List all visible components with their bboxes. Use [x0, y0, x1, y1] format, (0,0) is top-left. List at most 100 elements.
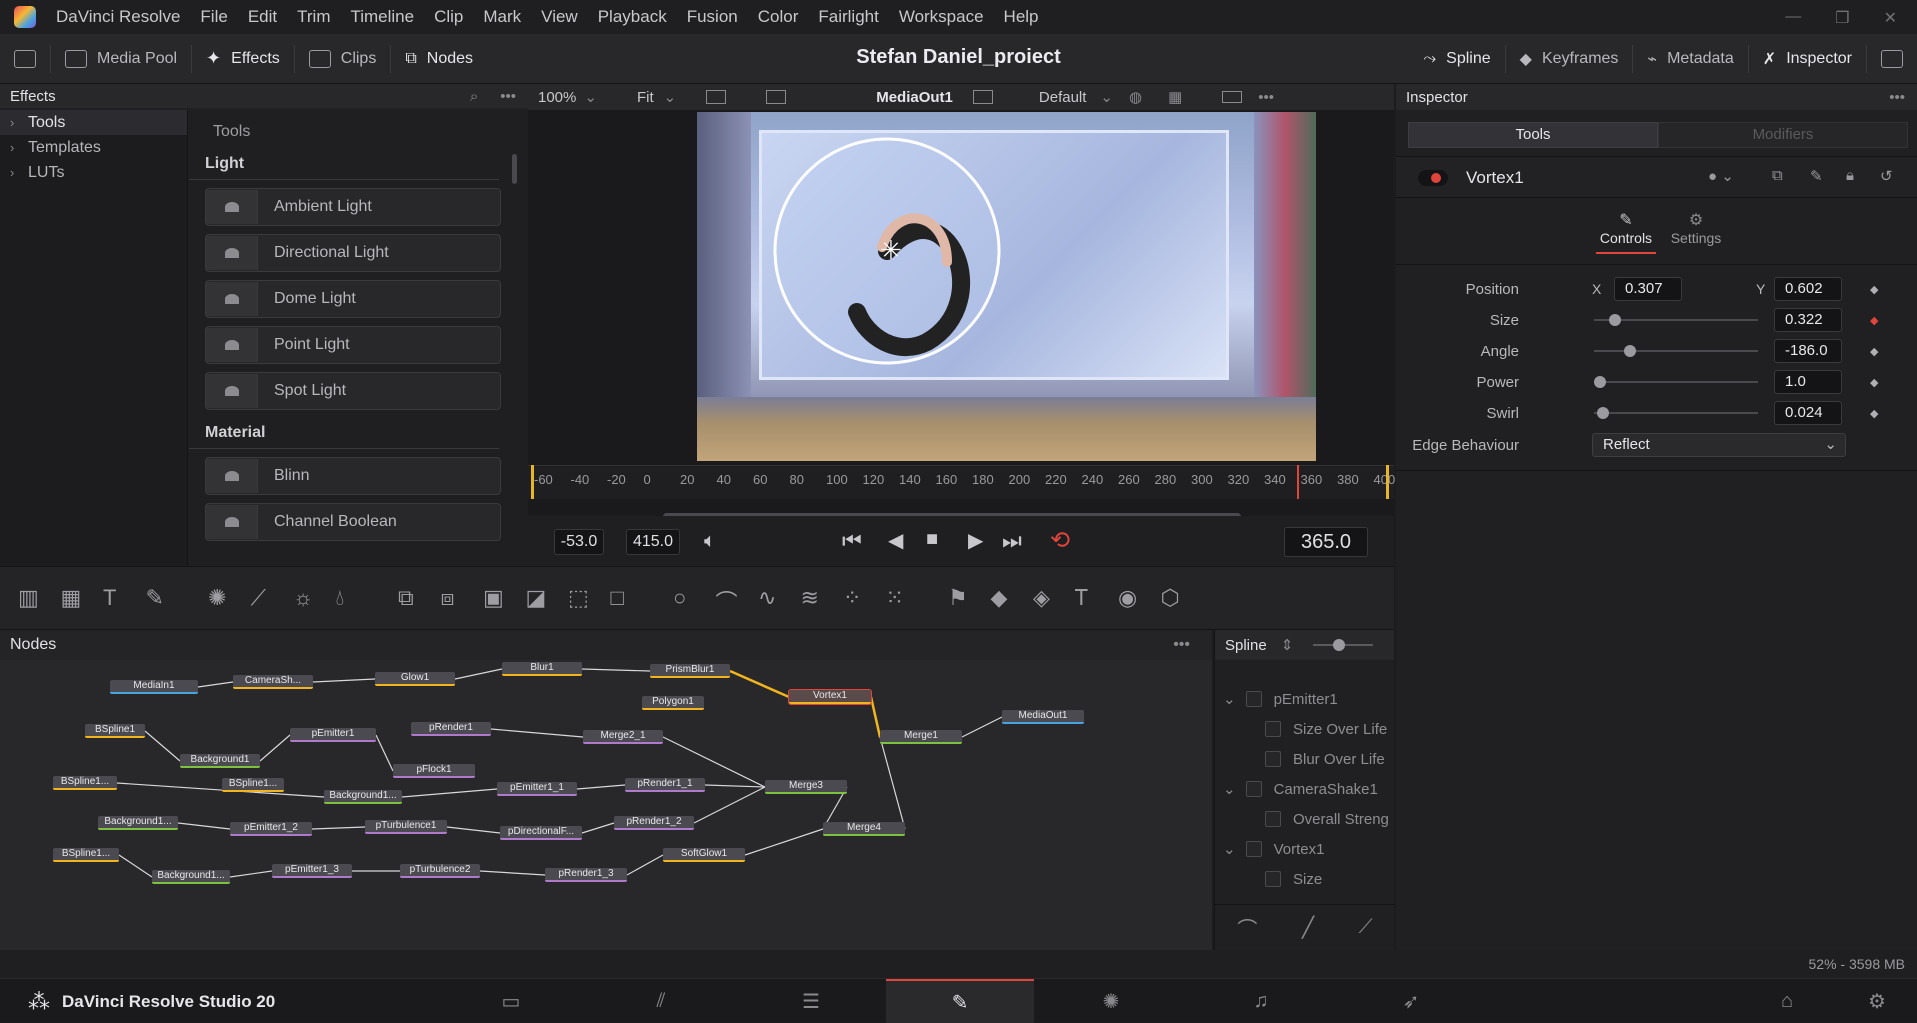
param-slider[interactable]: [1594, 314, 1758, 326]
media-pool-button[interactable]: Media Pool: [51, 34, 191, 84]
menu-timeline[interactable]: Timeline: [340, 7, 424, 27]
node-pflock1[interactable]: pFlock1: [393, 764, 475, 778]
node-prender1[interactable]: pRender1: [411, 722, 491, 736]
effects-scrollbar[interactable]: [512, 154, 517, 184]
more-options-icon[interactable]: •••: [1173, 636, 1190, 654]
spline-checkbox[interactable]: [1265, 721, 1281, 737]
stop-icon[interactable]: ■: [926, 528, 938, 551]
color-dot-icon[interactable]: ● ⌄: [1708, 167, 1734, 185]
spline-item[interactable]: ⌄ CameraShake1: [1223, 774, 1378, 804]
slider-knob[interactable]: [1624, 345, 1636, 357]
spline-item[interactable]: ⌄ pEmitter1: [1223, 684, 1338, 714]
menu-edit[interactable]: Edit: [238, 7, 287, 27]
menu-clip[interactable]: Clip: [424, 7, 473, 27]
node-blur1[interactable]: Blur1: [502, 662, 582, 676]
go-to-end-icon[interactable]: ⏭: [1002, 528, 1022, 554]
page-color-icon[interactable]: ✺: [1051, 979, 1171, 1023]
spline-checkbox[interactable]: [1265, 871, 1281, 887]
node-pemitter1-3[interactable]: pEmitter1_3: [272, 864, 352, 878]
menu-app[interactable]: DaVinci Resolve: [46, 7, 190, 27]
node-bspline1-[interactable]: BSpline1...: [53, 776, 117, 790]
pin-icon[interactable]: ✎: [1810, 167, 1823, 185]
node-background1-[interactable]: Background1...: [98, 816, 178, 830]
metadata-button[interactable]: ⌁ Metadata: [1633, 34, 1747, 84]
page-fairlight-icon[interactable]: ♫: [1201, 979, 1321, 1023]
fullscreen-button[interactable]: [1867, 34, 1917, 84]
go-to-start-icon[interactable]: ⏮: [842, 528, 862, 554]
node-vortex1[interactable]: Vortex1: [788, 689, 872, 705]
mask-icon[interactable]: ▥: [18, 585, 39, 611]
tab-modifiers[interactable]: Modifiers: [1658, 122, 1908, 148]
effect-point-light[interactable]: Point Light: [205, 326, 501, 364]
edge-behaviour-dropdown[interactable]: Reflect ⌄: [1592, 433, 1846, 457]
node-prender1-2[interactable]: pRender1_2: [614, 816, 694, 830]
node-mediain1[interactable]: MediaIn1: [110, 680, 198, 694]
layer-icon[interactable]: ▣: [483, 585, 504, 611]
node-camerash-[interactable]: CameraSh...: [233, 675, 313, 689]
effect-directional-light[interactable]: Directional Light: [205, 234, 501, 272]
subtab-controls[interactable]: ✎ Controls: [1596, 210, 1656, 254]
zoom-dropdown[interactable]: 100%: [538, 89, 576, 106]
node-pturbulence2[interactable]: pTurbulence2: [400, 864, 480, 878]
param-slider[interactable]: [1594, 345, 1758, 357]
tree-item-tools[interactable]: › Tools: [0, 110, 187, 135]
bspline-icon[interactable]: ∿: [758, 585, 776, 611]
channel-icon[interactable]: [706, 90, 727, 104]
tree-item-luts[interactable]: › LUTs: [0, 160, 187, 185]
spline-item[interactable]: Size: [1265, 864, 1322, 894]
linear-curve-icon[interactable]: ╱: [1302, 915, 1314, 940]
pemitter-icon[interactable]: ⁘: [843, 585, 861, 611]
reset-icon[interactable]: ↺: [1880, 167, 1893, 185]
effect-dome-light[interactable]: Dome Light: [205, 280, 501, 318]
menu-workspace[interactable]: Workspace: [889, 7, 994, 27]
clips-button[interactable]: Clips: [295, 34, 391, 84]
node-merge2-1[interactable]: Merge2_1: [583, 730, 663, 744]
node-background1[interactable]: Background1: [180, 754, 260, 768]
fit-dropdown[interactable]: Fit: [637, 89, 654, 106]
node-background1-[interactable]: Background1...: [324, 790, 402, 804]
particles-icon[interactable]: ✺: [208, 585, 226, 611]
time-ruler[interactable]: -60 -40 -20 0 20 40 60 80 100 120 140 160 180 200 220 2…: [528, 465, 1395, 499]
prender-icon[interactable]: ⁙: [886, 585, 904, 611]
node-softglow1[interactable]: SoftGlow1: [663, 848, 745, 862]
menu-help[interactable]: Help: [994, 7, 1049, 27]
tab-tools[interactable]: Tools: [1408, 122, 1658, 148]
close-icon[interactable]: ✕: [1884, 8, 1897, 28]
slider-knob[interactable]: [1597, 407, 1609, 419]
in-point-field[interactable]: -53.0: [554, 529, 604, 555]
node-prender1-1[interactable]: pRender1_1: [625, 778, 705, 792]
page-edit-icon[interactable]: ☰: [751, 979, 871, 1023]
camera3d-icon[interactable]: ◉: [1118, 585, 1137, 611]
page-fusion-icon[interactable]: ✎: [886, 979, 1034, 1023]
sort-icon[interactable]: ⇕: [1281, 636, 1294, 654]
minimize-icon[interactable]: —: [1785, 8, 1801, 28]
spline-item[interactable]: Blur Over Life: [1265, 744, 1385, 774]
merge-icon[interactable]: ⧉: [398, 585, 414, 611]
keyframe-icon[interactable]: ◆: [1870, 376, 1878, 389]
brightness-icon[interactable]: ☼: [293, 585, 313, 611]
node-pdirectionalf-[interactable]: pDirectionalF...: [500, 826, 582, 840]
keyframes-button[interactable]: ◆ Keyframes: [1506, 34, 1633, 84]
play-reverse-icon[interactable]: ◀: [888, 528, 903, 553]
menu-playback[interactable]: Playback: [588, 7, 677, 27]
node-pemitter1-1[interactable]: pEmitter1_1: [497, 782, 577, 796]
effects-button[interactable]: ✦ Effects: [192, 34, 294, 84]
polygon-icon[interactable]: ⌒: [716, 585, 738, 617]
param-value-field[interactable]: 0.322: [1774, 308, 1842, 332]
node-bspline1-[interactable]: BSpline1...: [53, 848, 119, 862]
vortex-overlay[interactable]: ✳: [697, 112, 1316, 461]
more-options-icon[interactable]: •••: [1889, 89, 1905, 106]
playhead[interactable]: [1297, 465, 1299, 499]
menu-mark[interactable]: Mark: [473, 7, 531, 27]
menu-fairlight[interactable]: Fairlight: [808, 7, 888, 27]
page-media-icon[interactable]: ▭: [451, 979, 571, 1023]
blur-icon[interactable]: 💧︎: [336, 585, 345, 611]
matte-icon[interactable]: ◪: [526, 585, 547, 611]
effect-spot-light[interactable]: Spot Light: [205, 372, 501, 410]
audio-speaker-icon[interactable]: 🔈︎: [704, 530, 716, 553]
roi-icon[interactable]: [766, 90, 787, 104]
node-mediaout1[interactable]: MediaOut1: [1002, 710, 1084, 724]
versions-icon[interactable]: ⧉: [1772, 167, 1783, 184]
shape3d-icon[interactable]: ◆: [991, 585, 1008, 611]
search-icon[interactable]: ⌕: [470, 88, 478, 105]
